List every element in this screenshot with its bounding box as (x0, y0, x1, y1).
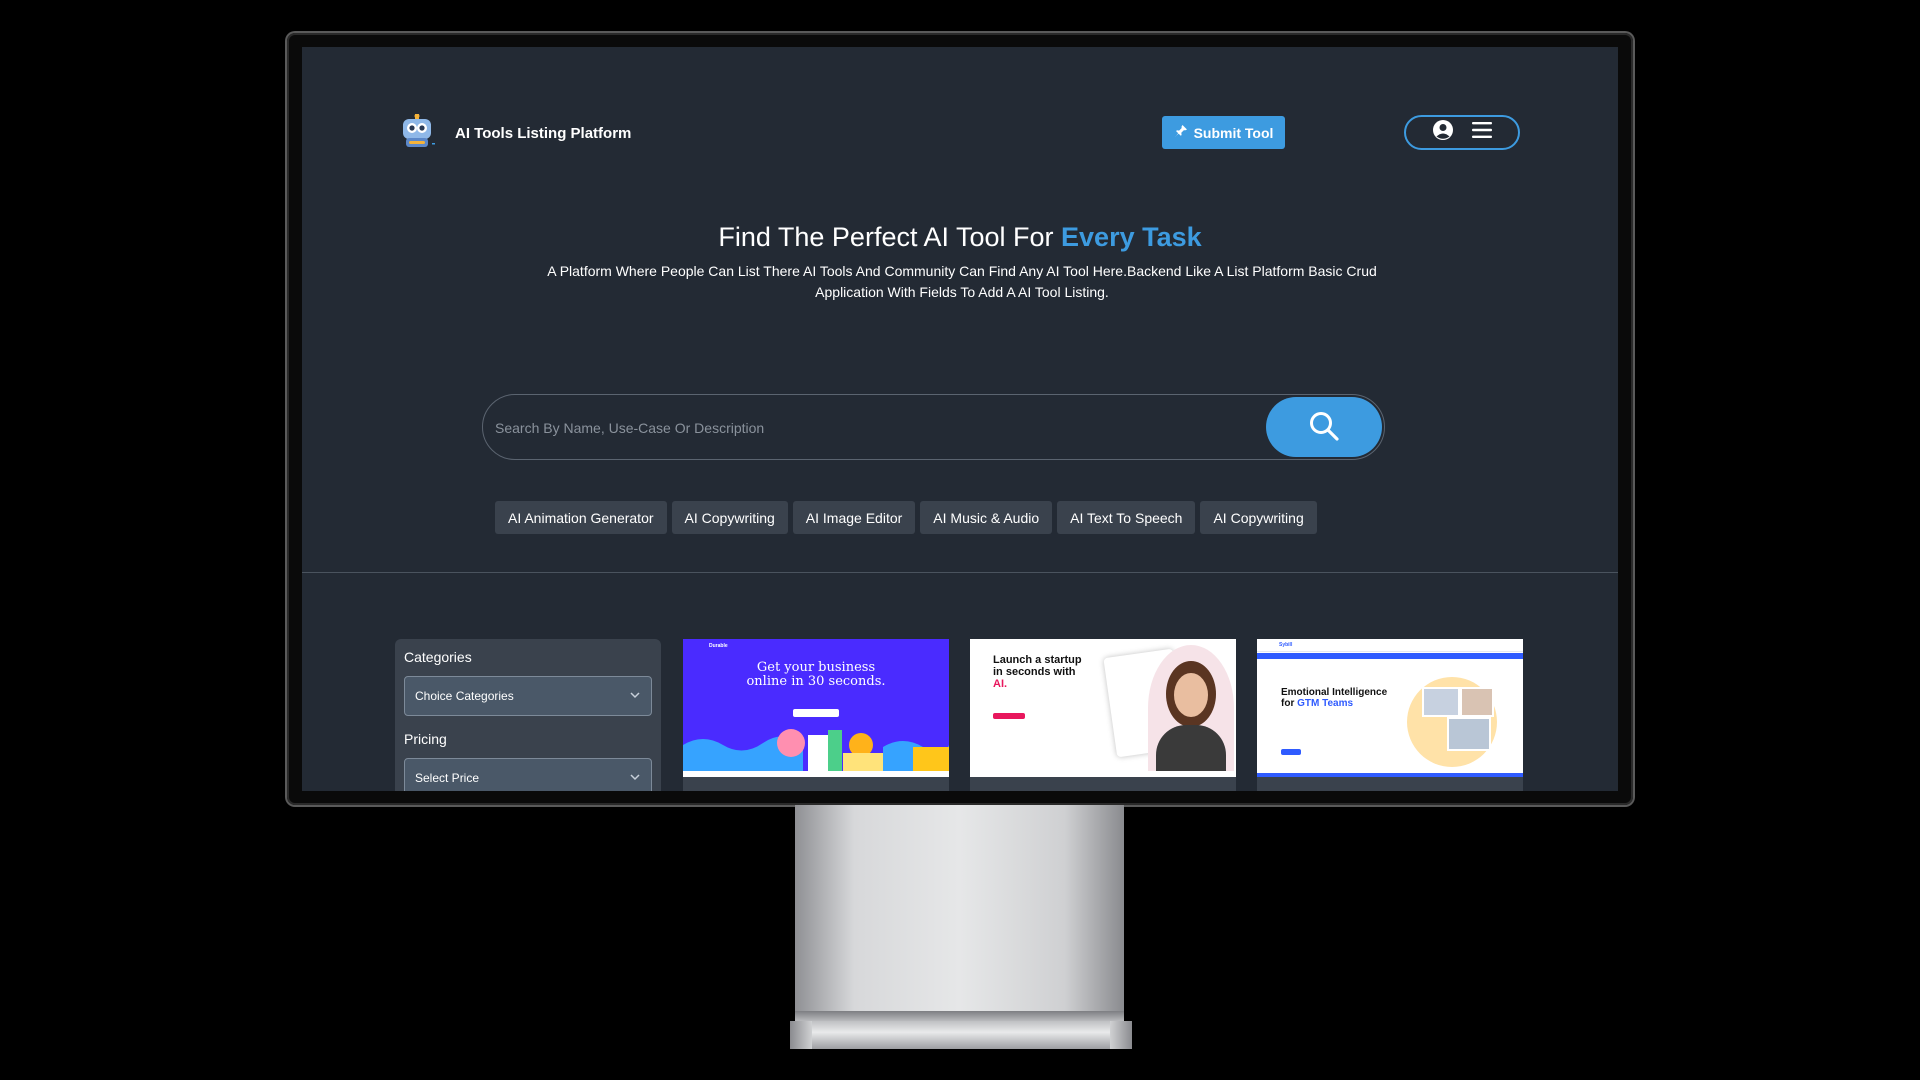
filters-panel: Categories Choice Categories Pricing Sel… (395, 639, 661, 791)
pricing-label: Pricing (404, 731, 447, 747)
sybill-heading-line1: Emotional Intelligence (1281, 687, 1388, 698)
tag-ai-copywriting[interactable]: AI Copywriting (671, 501, 788, 534)
startup-photo (1148, 645, 1234, 771)
screen: AI Tools Listing Platform Submit Tool Fi… (302, 47, 1618, 791)
sybill-bottom-bar (1257, 773, 1523, 777)
hero-title: Find The Perfect AI Tool For Every Task (302, 222, 1618, 253)
sybill-nav (1257, 639, 1523, 652)
tool-card-sybill[interactable]: Sybill Emotional Intelligence for GTM Te… (1257, 639, 1523, 791)
durable-illustration (683, 729, 949, 777)
startup-heading-line1: Launch a startup (993, 654, 1082, 666)
startup-heading-accent: AI. (993, 678, 1008, 690)
tool-card-durable[interactable]: Durable Get your business online in 30 s… (683, 639, 949, 791)
section-divider (302, 572, 1618, 573)
startup-heading-line2: in seconds with (993, 666, 1076, 678)
sybill-video-tile-1 (1422, 687, 1460, 717)
categories-select[interactable]: Choice Categories (404, 676, 652, 716)
monitor-stand (795, 805, 1124, 1021)
user-menu-toggle[interactable] (1404, 115, 1520, 150)
tag-ai-text-to-speech[interactable]: AI Text To Speech (1057, 501, 1196, 534)
hero-title-accent: Every Task (1061, 222, 1202, 252)
startup-cta (993, 713, 1025, 719)
durable-heading: Get your business online in 30 seconds. (746, 660, 886, 689)
sybill-cta (1281, 749, 1301, 755)
pricing-select-value: Select Price (415, 771, 480, 785)
robot-logo-icon[interactable] (399, 113, 437, 148)
search-bar (482, 394, 1385, 460)
pricing-select[interactable]: Select Price (404, 758, 652, 791)
tag-ai-image-editor[interactable]: AI Image Editor (792, 501, 916, 534)
category-tags: AI Animation Generator AI Copywriting AI… (495, 501, 1317, 534)
tool-card-startup[interactable]: Launch a startup in seconds with AI. (970, 639, 1236, 791)
tag-ai-music-audio[interactable]: AI Music & Audio (920, 501, 1053, 534)
sybill-video-tile-2 (1460, 687, 1494, 717)
categories-label: Categories (404, 649, 472, 665)
brand-name[interactable]: AI Tools Listing Platform (455, 125, 631, 142)
startup-heading: Launch a startup in seconds with AI. (993, 654, 1082, 690)
tool-screenshot-startup: Launch a startup in seconds with AI. (970, 639, 1236, 777)
tool-screenshot-durable: Durable Get your business online in 30 s… (683, 639, 949, 777)
search-button[interactable] (1266, 397, 1382, 457)
durable-brand: Durable (709, 643, 728, 649)
sybill-heading-prefix: for (1281, 698, 1298, 709)
tool-screenshot-sybill: Sybill Emotional Intelligence for GTM Te… (1257, 639, 1523, 777)
search-icon (1308, 410, 1340, 445)
hero-title-main: Find The Perfect AI Tool For (718, 222, 1062, 252)
monitor-stand-base (790, 1021, 1132, 1049)
sybill-heading: Emotional Intelligence for GTM Teams (1281, 687, 1387, 709)
categories-select-value: Choice Categories (415, 689, 514, 703)
sybill-brand: Sybill (1279, 642, 1293, 648)
pin-icon (1174, 124, 1188, 141)
sybill-heading-accent: GTM Teams (1297, 698, 1354, 709)
tag-ai-animation-generator[interactable]: AI Animation Generator (495, 501, 667, 534)
submit-tool-button[interactable]: Submit Tool (1162, 116, 1285, 149)
hamburger-menu-icon[interactable] (1472, 121, 1492, 144)
durable-cta (793, 709, 839, 717)
chevron-down-icon (629, 689, 641, 704)
tag-ai-copywriting-2[interactable]: AI Copywriting (1200, 501, 1317, 534)
submit-tool-label: Submit Tool (1193, 124, 1274, 141)
user-circle-icon[interactable] (1432, 119, 1454, 146)
search-input[interactable] (493, 411, 1237, 445)
sybill-banner (1257, 653, 1523, 659)
sybill-heading-line2: for GTM Teams (1281, 698, 1387, 709)
sybill-video-tile-3 (1447, 717, 1491, 751)
hero-description: A Platform Where People Can List There A… (547, 263, 1377, 300)
chevron-down-icon (629, 771, 641, 786)
